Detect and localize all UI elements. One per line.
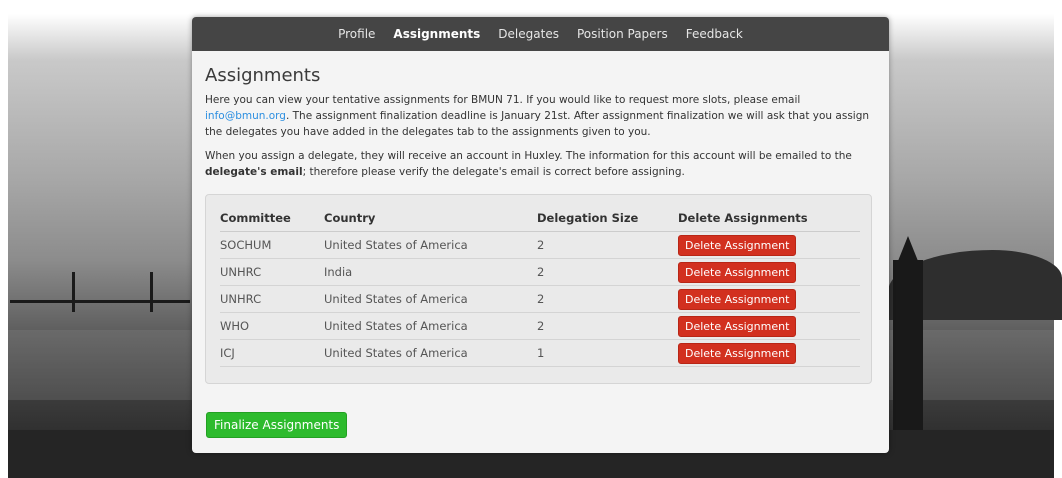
cell-country: United States of America — [324, 339, 537, 367]
nav-delegates[interactable]: Delegates — [498, 27, 559, 41]
content-area: Assignments Here you can view your tenta… — [192, 51, 889, 394]
assignments-table: Committee Country Delegation Size Delete… — [220, 205, 860, 367]
header-delete-assignments: Delete Assignments — [678, 205, 860, 232]
cell-country: United States of America — [324, 285, 537, 313]
table-row: UNHRC United States of America 2 Delete … — [220, 285, 860, 313]
nav-position-papers[interactable]: Position Papers — [577, 27, 668, 41]
cell-committee: ICJ — [220, 339, 324, 367]
intro-paragraph: Here you can view your tentative assignm… — [205, 94, 870, 138]
header-delegation-size: Delegation Size — [537, 205, 678, 232]
nav-feedback[interactable]: Feedback — [686, 27, 743, 41]
table-row: WHO United States of America 2 Delete As… — [220, 312, 860, 340]
table-header-row: Committee Country Delegation Size Delete… — [220, 205, 860, 232]
cell-country: India — [324, 258, 537, 286]
finalize-assignments-button[interactable]: Finalize Assignments — [206, 412, 348, 438]
header-country: Country — [324, 205, 537, 232]
assign-info-paragraph: When you assign a delegate, they will re… — [205, 150, 852, 178]
cell-committee: WHO — [220, 312, 324, 340]
delete-assignment-button[interactable]: Delete Assignment — [678, 315, 797, 337]
delete-assignment-button[interactable]: Delete Assignment — [678, 342, 797, 364]
main-panel: Profile Assignments Delegates Position P… — [192, 17, 889, 453]
delete-assignment-button[interactable]: Delete Assignment — [678, 234, 797, 256]
top-navbar: Profile Assignments Delegates Position P… — [192, 17, 889, 51]
cell-committee: UNHRC — [220, 258, 324, 286]
cell-size: 2 — [537, 312, 678, 340]
table-row: UNHRC India 2 Delete Assignment — [220, 258, 860, 286]
delete-assignment-button[interactable]: Delete Assignment — [678, 288, 797, 310]
cell-size: 1 — [537, 339, 678, 367]
nav-profile[interactable]: Profile — [338, 27, 375, 41]
assignments-table-container: Committee Country Delegation Size Delete… — [205, 194, 872, 384]
cell-committee: SOCHUM — [220, 231, 324, 259]
cell-committee: UNHRC — [220, 285, 324, 313]
cell-country: United States of America — [324, 312, 537, 340]
cell-size: 2 — [537, 231, 678, 259]
page-title: Assignments — [205, 65, 321, 86]
nav-assignments[interactable]: Assignments — [393, 27, 480, 41]
cell-size: 2 — [537, 285, 678, 313]
header-committee: Committee — [220, 205, 324, 232]
cell-country: United States of America — [324, 231, 537, 259]
delete-assignment-button[interactable]: Delete Assignment — [678, 261, 797, 283]
email-link[interactable]: info@bmun.org — [205, 110, 286, 122]
table-row: ICJ United States of America 1 Delete As… — [220, 339, 860, 367]
cell-size: 2 — [537, 258, 678, 286]
table-row: SOCHUM United States of America 2 Delete… — [220, 231, 860, 259]
